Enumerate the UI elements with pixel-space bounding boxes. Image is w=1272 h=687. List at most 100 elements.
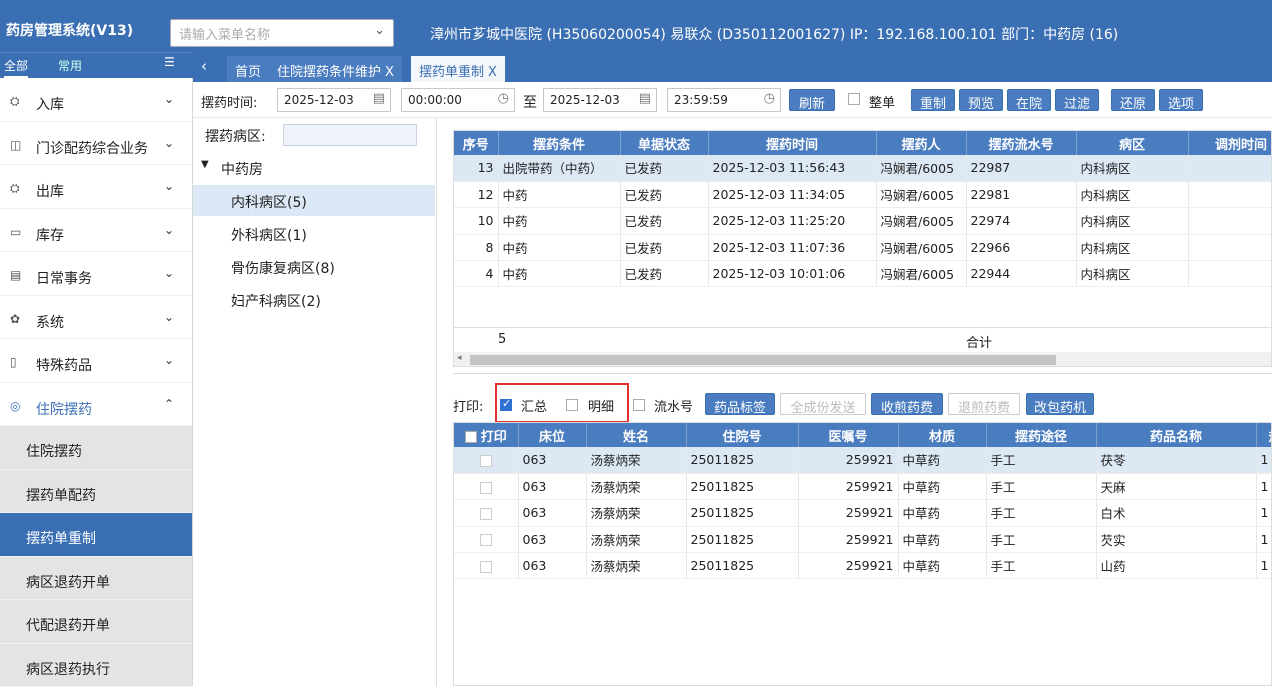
toolbar-button[interactable]: 选项 [1159,89,1203,111]
row-checkbox-cell[interactable] [454,526,518,552]
row-checkbox-cell[interactable] [454,553,518,579]
toolbar-button[interactable]: 在院 [1007,89,1051,111]
chevron-down-icon[interactable]: ⌄ [374,23,385,38]
chevron-icon[interactable]: ⌄ [164,136,174,150]
print-action-button[interactable]: 收煎药费 [871,393,943,415]
table-row[interactable]: 063汤蔡炳荣25011825259921中草药手工白术1 [454,500,1272,526]
close-icon[interactable]: X [488,65,497,80]
sidebar-item-inpatient[interactable]: ◎住院摆药⌃ [0,383,192,427]
hamburger-menu-icon[interactable]: ☰ [164,55,175,69]
column-header[interactable]: 住院号 [686,423,798,447]
calendar-icon[interactable]: ▤ [639,91,651,106]
pane-splitter[interactable] [453,373,1272,379]
ward-input[interactable] [283,124,417,146]
whole-checkbox[interactable] [848,91,860,106]
chevron-icon[interactable]: ⌄ [164,179,174,193]
tree-node-ward[interactable]: 外科病区(1) [193,218,435,249]
chevron-icon[interactable]: ⌄ [164,353,174,367]
tree-node-ward[interactable]: 内科病区(5) [193,185,435,216]
column-header[interactable]: 药品名称 [1096,423,1256,447]
row-checkbox[interactable] [480,561,492,573]
chevron-icon[interactable]: ⌄ [164,92,174,106]
calendar-icon[interactable]: ▤ [373,91,385,106]
refresh-button[interactable]: 刷新 [789,89,835,111]
column-header[interactable]: 调剂时间 [1188,131,1272,155]
toolbar-button[interactable]: 过滤 [1055,89,1099,111]
table-row[interactable]: 063汤蔡炳荣25011825259921中草药手工天麻1 [454,473,1272,499]
tree-node-ward[interactable]: 骨伤康复病区(8) [193,251,435,282]
menu-search-input[interactable]: 请输入菜单名称⌄ [170,19,394,47]
column-header[interactable]: 摆药条件 [498,131,620,155]
table-row[interactable]: 8中药已发药2025-12-03 11:07:36冯娴君/600522966内科… [454,234,1272,260]
chevron-icon[interactable]: ⌃ [164,397,174,411]
column-header[interactable]: 病区 [1076,131,1188,155]
tab-home[interactable]: 首页 [227,56,269,82]
column-header[interactable]: 姓名 [586,423,686,447]
table-row[interactable]: 10中药已发药2025-12-03 11:25:20冯娴君/600522974内… [454,208,1272,234]
row-checkbox-cell[interactable] [454,447,518,473]
sidebar-subitem[interactable]: 病区退药开单 [0,557,192,601]
column-header[interactable]: 打印 [454,423,518,447]
caret-down-icon[interactable]: ▼ [201,159,209,170]
tab-common[interactable]: 常用 [58,57,82,74]
horizontal-scrollbar[interactable]: ◂ [454,352,1272,367]
select-all-checkbox[interactable] [465,431,477,443]
sidebar-item-special-drugs[interactable]: ▯特殊药品⌄ [0,339,192,383]
print-action-button[interactable]: 药品标签 [705,393,775,415]
tree-node-ward[interactable]: 妇产科病区(2) [193,284,435,315]
start-time-input[interactable]: 00:00:00◷ [401,88,515,112]
serial-checkbox[interactable] [633,397,645,412]
table-row[interactable]: 12中药已发药2025-12-03 11:34:05冯娴君/600522981内… [454,181,1272,207]
column-header[interactable]: 材质 [898,423,986,447]
column-header[interactable]: 摆药人 [876,131,966,155]
column-header[interactable]: 序号 [454,131,498,155]
row-checkbox-cell[interactable] [454,500,518,526]
clock-icon[interactable]: ◷ [498,91,509,106]
sidebar-item-system[interactable]: ✿系统⌄ [0,296,192,340]
table-row[interactable]: 13出院带药（中药）已发药2025-12-03 11:56:43冯娴君/6005… [454,155,1272,181]
row-checkbox[interactable] [480,482,492,494]
print-action-button[interactable]: 改包药机 [1026,393,1094,415]
toolbar-button[interactable]: 重制 [911,89,955,111]
print-action-button[interactable]: 全成份发送 [780,393,866,415]
chevron-icon[interactable]: ⌄ [164,266,174,280]
column-header[interactable]: 床位 [518,423,586,447]
start-date-input[interactable]: 2025-12-03▤ [277,88,391,112]
column-header[interactable]: 摆药途径 [986,423,1096,447]
chevron-icon[interactable]: ⌄ [164,310,174,324]
scroll-thumb[interactable] [470,355,1056,365]
close-icon[interactable]: X [385,65,394,80]
sidebar-item-daily[interactable]: ▤日常事务⌄ [0,252,192,296]
end-time-input[interactable]: 23:59:59◷ [667,88,781,112]
row-checkbox[interactable] [480,508,492,520]
tab-condition-maintenance[interactable]: 住院摆药条件维护X [269,56,402,82]
chevron-icon[interactable]: ⌄ [164,223,174,237]
column-header[interactable]: 摆药时间 [708,131,876,155]
table-row[interactable]: 063汤蔡炳荣25011825259921中草药手工芡实1 [454,526,1272,552]
toolbar-button[interactable]: 还原 [1111,89,1155,111]
sidebar-subitem[interactable]: 摆药单重制 [0,513,192,557]
sidebar-item-inbound[interactable]: ⛭入库⌄ [0,78,192,122]
tab-all[interactable]: 全部 [4,57,28,78]
sidebar-subitem[interactable]: 住院摆药 [0,426,192,470]
row-checkbox-cell[interactable] [454,473,518,499]
column-header[interactable]: 摆药流水号 [966,131,1076,155]
table-row[interactable]: 063汤蔡炳荣25011825259921中草药手工山药1 [454,553,1272,579]
print-action-button[interactable]: 退煎药费 [948,393,1020,415]
chevron-left-icon[interactable]: ‹ [201,57,207,75]
row-checkbox[interactable] [480,534,492,546]
column-header[interactable]: 规 [1256,423,1272,447]
sidebar-subitem[interactable]: 病区退药执行 [0,644,192,687]
tab-remake[interactable]: 摆药单重制X [411,56,505,82]
sidebar-subitem[interactable]: 摆药单配药 [0,470,192,514]
table-row[interactable]: 063汤蔡炳荣25011825259921中草药手工茯苓1 [454,447,1272,473]
clock-icon[interactable]: ◷ [764,91,775,106]
tree-root[interactable]: ▼中药房 [193,152,435,183]
sidebar-item-outbound[interactable]: ⛭出库⌄ [0,165,192,209]
row-checkbox[interactable] [480,455,492,467]
end-date-input[interactable]: 2025-12-03▤ [543,88,657,112]
toolbar-button[interactable]: 预览 [959,89,1003,111]
column-header[interactable]: 单据状态 [620,131,708,155]
sidebar-item-stock[interactable]: ▭库存⌄ [0,209,192,253]
scroll-left-icon[interactable]: ◂ [457,353,462,363]
